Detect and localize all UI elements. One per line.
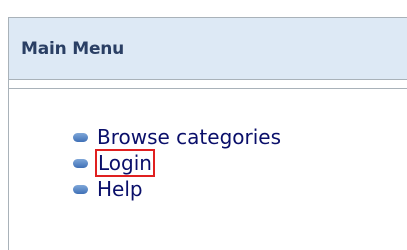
- browse-categories-link[interactable]: Browse categories: [97, 125, 281, 149]
- menu-item-browse-categories: Browse categories: [73, 124, 281, 150]
- main-menu-panel: Main Menu Browse categories Login Help: [8, 17, 407, 250]
- menu-item-help: Help: [73, 176, 281, 202]
- menu-list: Browse categories Login Help: [73, 124, 281, 202]
- bullet-icon: [73, 184, 88, 194]
- login-link[interactable]: Login: [95, 149, 155, 177]
- menu-title: Main Menu: [21, 38, 125, 59]
- menu-item-login: Login: [73, 149, 281, 177]
- bullet-icon: [73, 132, 88, 142]
- menu-body: Browse categories Login Help: [8, 88, 407, 250]
- menu-header: Main Menu: [9, 18, 407, 80]
- bullet-icon: [73, 158, 88, 168]
- help-link[interactable]: Help: [97, 177, 143, 201]
